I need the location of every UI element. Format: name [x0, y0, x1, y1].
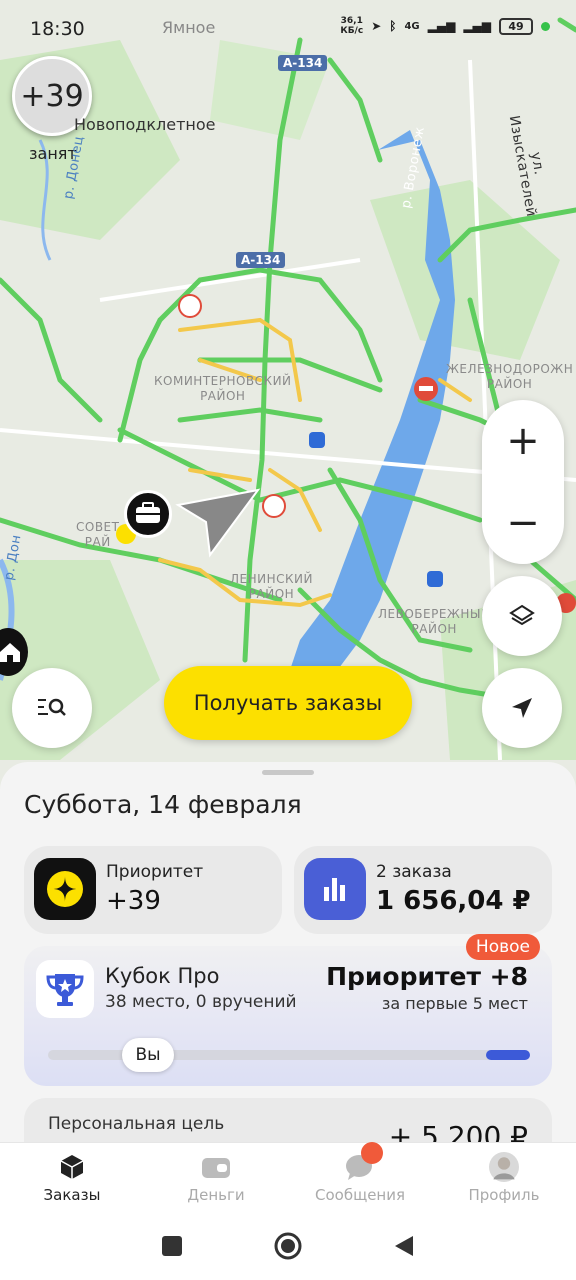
zoom-out-button[interactable]: − — [482, 482, 564, 564]
status-icons: 36,1 КБ/с ➤ ᛒ 4G ▂▄▆ ▂▄▆ 49 — [340, 16, 550, 36]
layers-button[interactable] — [482, 576, 562, 656]
avatar — [489, 1151, 519, 1182]
priority-tile — [34, 858, 96, 920]
network-type: 4G — [404, 20, 420, 32]
status-time: 18:30 — [30, 18, 85, 40]
zoom-controls: + − — [482, 400, 564, 564]
priority-star-icon — [47, 871, 83, 907]
layers-icon — [509, 604, 535, 626]
system-nav-bar — [0, 1212, 576, 1280]
net-speed: 36,1 КБ/с — [340, 16, 364, 36]
bluetooth-icon: ᛒ — [389, 19, 397, 33]
home-location-pin[interactable] — [0, 628, 28, 676]
map-label-village: Новоподклетное — [74, 115, 216, 134]
zoom-in-button[interactable]: + — [482, 400, 564, 482]
wallet-icon — [201, 1152, 231, 1182]
battery-icon: 49 — [499, 17, 533, 35]
map-label-district-komintern: КОМИНТЕРНОВСКИЙ РАЙОН — [154, 374, 292, 403]
orders-card-value: 1 656,04 ₽ — [376, 886, 531, 916]
sheet-grabber[interactable] — [262, 770, 314, 775]
priority-card-value: +39 — [106, 886, 161, 916]
orders-card-title: 2 заказа — [376, 862, 452, 882]
goal-value: + 5 200 ₽ — [388, 1120, 528, 1142]
home-icon — [0, 643, 20, 662]
navigation-arrow-icon — [512, 698, 532, 718]
map-place-name: Ямное — [162, 18, 216, 37]
date-title: Суббота, 14 февраля — [24, 790, 302, 819]
bottom-sheet[interactable]: Суббота, 14 февраля Приоритет +39 2 зака… — [0, 762, 576, 1142]
orders-cube-icon — [57, 1152, 87, 1182]
signal-icon: ▂▄▆ — [427, 19, 456, 33]
map-label-district-lenin: ЛЕНИНСКИЙ РАЙОН — [230, 572, 313, 601]
nav-orders[interactable]: Заказы — [0, 1143, 144, 1212]
chat-bubble-icon — [345, 1141, 383, 1182]
map-view[interactable]: 18:30 Ямное 36,1 КБ/с ➤ ᛒ 4G ▂▄▆ ▂▄▆ 49 … — [0, 0, 576, 800]
new-badge: Новое — [465, 934, 540, 960]
status-bar: 18:30 Ямное 36,1 КБ/с ➤ ᛒ 4G ▂▄▆ ▂▄▆ 49 — [0, 0, 576, 58]
unread-dot — [361, 1141, 383, 1164]
trophy-icon — [46, 974, 84, 1006]
road-badge: А-134 — [278, 55, 328, 71]
orders-card[interactable]: 2 заказа 1 656,04 ₽ — [294, 846, 552, 934]
priority-card[interactable]: Приоритет +39 — [24, 846, 282, 934]
cup-pro-card[interactable]: Новое Кубок Про 38 место, 0 вручений При… — [24, 934, 552, 1086]
nav-money-label: Деньги — [187, 1185, 245, 1204]
receive-orders-button[interactable]: Получать заказы — [164, 666, 412, 740]
ranking-track — [48, 1050, 528, 1060]
map-label-district-sovet: СОВЕТ РАЙ — [76, 520, 120, 549]
back-icon[interactable] — [393, 1234, 415, 1258]
cup-subtitle: 38 место, 0 вручений — [105, 992, 297, 1012]
signal-icon-2: ▂▄▆ — [463, 19, 491, 33]
nav-profile[interactable]: Профиль — [432, 1143, 576, 1212]
briefcase-icon — [136, 502, 160, 523]
cup-tile — [36, 960, 94, 1018]
goal-title: Персональная цель — [48, 1114, 225, 1134]
cup-reward: Приоритет +8 — [326, 962, 528, 991]
my-location-button[interactable] — [482, 668, 562, 748]
bar-chart-icon — [324, 878, 345, 901]
map-label-district-levober: ЛЕВОБЕРЕЖНЫЙ РАЙОН — [378, 607, 491, 636]
nav-profile-label: Профиль — [468, 1185, 540, 1204]
cup-reward-subtitle: за первые 5 мест — [381, 994, 528, 1013]
location-icon: ➤ — [371, 19, 382, 33]
recent-apps-icon[interactable] — [161, 1235, 183, 1257]
search-orders-button[interactable] — [12, 668, 92, 748]
you-marker: Вы — [122, 1038, 174, 1072]
nav-messages[interactable]: Сообщения — [288, 1141, 432, 1212]
priority-card-title: Приоритет — [106, 862, 204, 882]
orders-tile — [304, 858, 366, 920]
map-label-district-rail: ЖЕЛЕЗНОДОРОЖН РАЙОН — [446, 362, 574, 391]
home-button-icon[interactable] — [273, 1231, 303, 1261]
list-search-icon — [38, 698, 66, 716]
nav-messages-label: Сообщения — [314, 1185, 405, 1204]
personal-goal-card[interactable]: Персональная цель + 5 200 ₽ — [24, 1098, 552, 1142]
ranking-track-top — [486, 1050, 530, 1060]
cup-title: Кубок Про — [105, 964, 220, 988]
nav-orders-label: Заказы — [43, 1185, 101, 1204]
road-badge: А-134 — [236, 252, 286, 268]
bottom-nav: Заказы Деньги Сообщения Профиль — [0, 1141, 576, 1212]
work-location-pin[interactable] — [124, 490, 172, 538]
active-dot — [541, 21, 550, 31]
nav-money[interactable]: Деньги — [144, 1143, 288, 1212]
